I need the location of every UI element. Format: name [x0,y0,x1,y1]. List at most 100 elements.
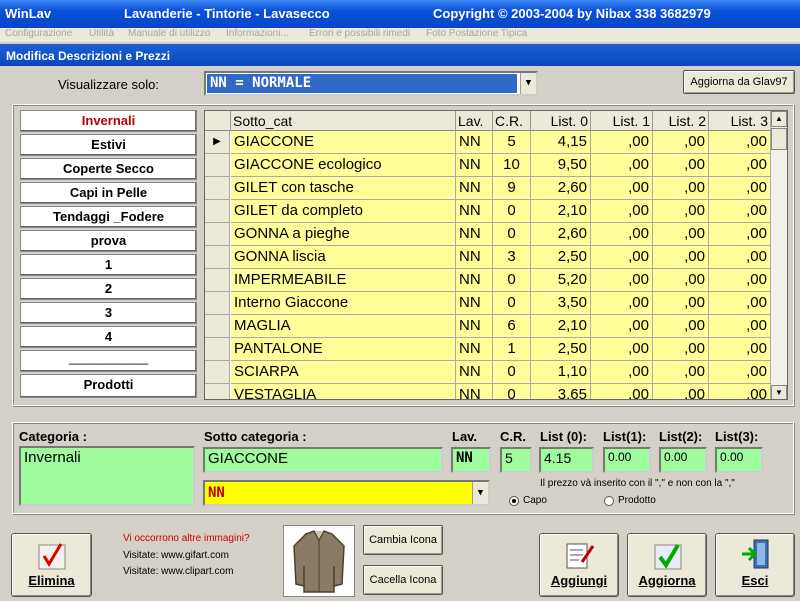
cell-list2[interactable]: ,00 [653,177,709,200]
cell-list3[interactable]: ,00 [709,154,771,177]
cell-list2[interactable]: ,00 [653,223,709,246]
update-from-glav97-button[interactable]: Aggiorna da Glav97 [683,70,795,94]
cell-list1[interactable]: ,00 [591,269,653,292]
sotto-categoria-field[interactable]: GIACCONE [203,447,443,473]
row-selector[interactable] [205,292,230,315]
table-row[interactable]: ▶ GIACCONE NN 5 4,15,00,00,00 [205,131,771,154]
cell-list0[interactable]: 2,50 [531,338,591,361]
cell-cr[interactable]: 0 [493,269,531,292]
category-4[interactable]: 4 [20,326,197,348]
cell-list1[interactable]: ,00 [591,154,653,177]
row-selector[interactable] [205,154,230,177]
cell-list1[interactable]: ,00 [591,292,653,315]
cell-cr[interactable]: 9 [493,177,531,200]
cell-list0[interactable]: 2,60 [531,223,591,246]
cell-list3[interactable]: ,00 [709,361,771,384]
esci-button[interactable]: Esci [715,533,795,597]
table-row[interactable]: VESTAGLIA NN 0 3,65,00,00,00 [205,384,771,399]
menu-configurazione[interactable]: Configurazione [5,28,72,39]
filter-combo[interactable]: NN = NORMALE ▼ [204,71,538,96]
table-row[interactable]: SCIARPA NN 0 1,10,00,00,00 [205,361,771,384]
row-selector[interactable] [205,361,230,384]
cell-lav[interactable]: NN [456,315,493,338]
cell-sotto-cat[interactable]: GONNA liscia [231,246,456,269]
aggiungi-button[interactable]: Aggiungi [539,533,619,597]
cell-list2[interactable]: ,00 [653,361,709,384]
header-list2[interactable]: List. 2 [653,111,709,131]
cell-sotto-cat[interactable]: IMPERMEABILE [231,269,456,292]
cell-list0[interactable]: 4,15 [531,131,591,154]
category-separator[interactable]: ___________ [20,350,197,372]
cell-list0[interactable]: 3,65 [531,384,591,399]
table-row[interactable]: GIACCONE ecologico NN 10 9,50,00,00,00 [205,154,771,177]
cell-list2[interactable]: ,00 [653,131,709,154]
cell-sotto-cat[interactable]: MAGLIA [231,315,456,338]
cell-sotto-cat[interactable]: VESTAGLIA [231,384,456,399]
cell-lav[interactable]: NN [456,269,493,292]
list1-field[interactable]: 0.00 [603,447,651,473]
cell-cr[interactable]: 1 [493,338,531,361]
cell-cr[interactable]: 3 [493,246,531,269]
grid-scrollbar[interactable]: ▲ ▼ [770,111,787,399]
cell-list0[interactable]: 9,50 [531,154,591,177]
table-row[interactable]: GILET da completo NN 0 2,10,00,00,00 [205,200,771,223]
cell-lav[interactable]: NN [456,131,493,154]
cell-lav[interactable]: NN [456,384,493,399]
table-row[interactable]: GONNA liscia NN 3 2,50,00,00,00 [205,246,771,269]
category-1[interactable]: 1 [20,254,197,276]
category-2[interactable]: 2 [20,278,197,300]
cell-list3[interactable]: ,00 [709,177,771,200]
cell-cr[interactable]: 0 [493,292,531,315]
cell-sotto-cat[interactable]: GILET con tasche [231,177,456,200]
cell-cr[interactable]: 0 [493,200,531,223]
cell-list2[interactable]: ,00 [653,292,709,315]
row-selector[interactable]: ▶ [205,131,230,154]
row-selector[interactable] [205,384,230,399]
elimina-button[interactable]: Elimina [11,533,92,597]
cell-list1[interactable]: ,00 [591,246,653,269]
category-prodotti[interactable]: Prodotti [20,374,197,398]
cell-sotto-cat[interactable]: PANTALONE [231,338,456,361]
cell-list2[interactable]: ,00 [653,200,709,223]
header-cr[interactable]: C.R. [493,111,531,131]
category-coperte-secco[interactable]: Coperte Secco [20,158,197,180]
cell-lav[interactable]: NN [456,361,493,384]
cell-list0[interactable]: 5,20 [531,269,591,292]
cell-lav[interactable]: NN [456,154,493,177]
category-invernali[interactable]: Invernali [20,110,197,132]
cell-list0[interactable]: 2,60 [531,177,591,200]
cell-cr[interactable]: 0 [493,223,531,246]
cell-list1[interactable]: ,00 [591,131,653,154]
cell-list0[interactable]: 2,10 [531,200,591,223]
cell-list1[interactable]: ,00 [591,338,653,361]
cell-list0[interactable]: 2,50 [531,246,591,269]
cell-list3[interactable]: ,00 [709,384,771,399]
subcategory-grid[interactable]: Sotto_cat Lav. C.R. List. 0 List. 1 List… [204,110,788,400]
chevron-down-icon[interactable]: ▼ [520,73,536,94]
category-capi-in-pelle[interactable]: Capi in Pelle [20,182,197,204]
cell-list3[interactable]: ,00 [709,292,771,315]
cell-list3[interactable]: ,00 [709,131,771,154]
cell-cr[interactable]: 6 [493,315,531,338]
cell-sotto-cat[interactable]: GILET da completo [231,200,456,223]
cell-lav[interactable]: NN [456,246,493,269]
cell-list3[interactable]: ,00 [709,200,771,223]
cell-list1[interactable]: ,00 [591,200,653,223]
cell-list3[interactable]: ,00 [709,315,771,338]
cell-list2[interactable]: ,00 [653,338,709,361]
cell-list2[interactable]: ,00 [653,315,709,338]
cell-list0[interactable]: 1,10 [531,361,591,384]
row-selector[interactable] [205,223,230,246]
cell-sotto-cat[interactable]: SCIARPA [231,361,456,384]
table-row[interactable]: PANTALONE NN 1 2,50,00,00,00 [205,338,771,361]
cell-list1[interactable]: ,00 [591,177,653,200]
menu-manuale[interactable]: Manuale di utilizzo [128,28,210,39]
cell-cr[interactable]: 0 [493,384,531,399]
table-row[interactable]: MAGLIA NN 6 2,10,00,00,00 [205,315,771,338]
category-estivi[interactable]: Estivi [20,134,197,156]
scroll-down-icon[interactable]: ▼ [771,385,787,399]
cell-cr[interactable]: 5 [493,131,531,154]
list3-field[interactable]: 0.00 [715,447,763,473]
cell-cr[interactable]: 0 [493,361,531,384]
categoria-field[interactable]: Invernali [19,446,195,506]
